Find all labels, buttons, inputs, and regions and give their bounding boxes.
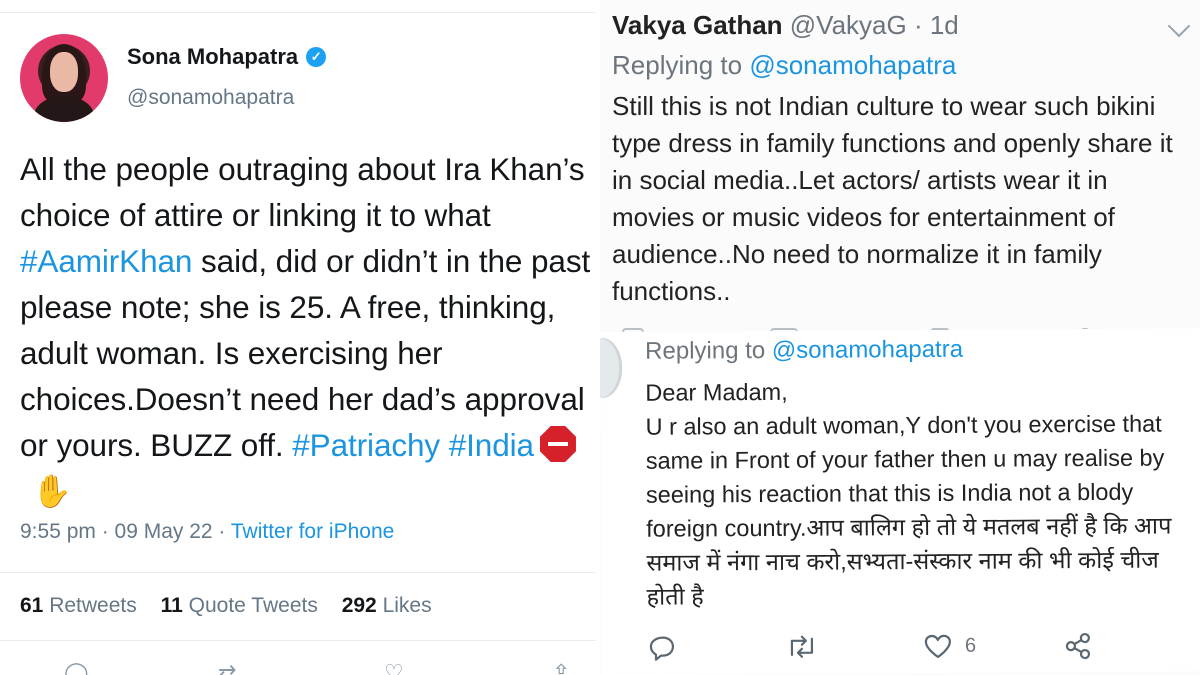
likes-label: Likes [382, 594, 432, 617]
retweet-icon[interactable] [785, 633, 819, 661]
like-count: 6 [964, 634, 977, 657]
like-button[interactable]: 6 [923, 632, 976, 660]
reply-age: · 1d [913, 10, 959, 40]
reply-icon[interactable]: ◯ [64, 662, 89, 675]
left-tweet-screenshot: Sona Mohapatra ✓ @sonamohapatra All the … [0, 0, 596, 675]
avatar-shoulders [34, 96, 94, 122]
reply-author-row: Vakya Gathan @VakyaG · 1d [612, 10, 959, 41]
reply-action-bar: 6 [647, 631, 1167, 670]
retweets-stat[interactable]: 61 Retweets [20, 594, 137, 617]
stop-sign-emoji [539, 426, 576, 462]
author-name-row[interactable]: Sona Mohapatra ✓ [127, 44, 327, 70]
author-name[interactable]: Sona Mohapatra [127, 44, 298, 70]
likes-count: 292 [341, 594, 377, 617]
like-icon [924, 634, 951, 659]
tweet-timestamp[interactable]: 9:55 pm · 09 May 22 · [20, 520, 231, 543]
retweets-count: 61 [20, 594, 44, 617]
replying-to: Replying to @sonamohapatra [612, 50, 956, 81]
reply-avatar[interactable] [600, 337, 623, 399]
tweet-meta: 9:55 pm · 09 May 22 · Twitter for iPhone [20, 520, 394, 544]
chevron-down-icon[interactable] [1167, 14, 1191, 38]
tweet-stats: 61 Retweets 11 Quote Tweets 292 Likes [20, 594, 450, 618]
reply-icon[interactable] [649, 634, 677, 662]
share-icon[interactable] [1063, 631, 1093, 661]
tweet-action-bar: ◯ ⇄ ♡ ⇪ [0, 660, 596, 675]
second-reply-card: Replying to @sonamohapatra Dear Madam, U… [600, 328, 1200, 675]
reply-body: Still this is not Indian culture to wear… [612, 91, 1173, 306]
stats-bottom-divider [0, 640, 596, 641]
replying-handle-link[interactable]: @sonamohapatra [749, 50, 956, 80]
reply-body: Dear Madam, U r also an adult woman,Y do… [645, 378, 1172, 610]
tweet-body: All the people outraging about Ira Khan’… [20, 146, 594, 514]
hashtag-link[interactable]: #India [449, 427, 534, 463]
tweet-text-segment: All the people outraging about Ira Khan’… [20, 151, 585, 233]
quotes-label: Quote Tweets [188, 594, 318, 617]
likes-stat[interactable]: 292 Likes [342, 594, 432, 617]
author-avatar[interactable] [20, 34, 108, 122]
verified-badge-icon: ✓ [306, 47, 327, 67]
replying-prefix: Replying to [612, 50, 750, 80]
retweet-icon[interactable]: ⇄ [218, 662, 236, 675]
avatar-face [50, 52, 78, 92]
reply-author-name[interactable]: Vakya Gathan [612, 10, 783, 40]
tweet-source-link[interactable]: Twitter for iPhone [231, 520, 394, 543]
hashtag-link[interactable]: #AamirKhan [20, 243, 192, 279]
stats-top-divider [0, 572, 596, 573]
reply-author-handle[interactable]: @VakyaG [790, 10, 907, 40]
replying-prefix: Replying to [645, 336, 772, 365]
top-divider [0, 12, 596, 13]
quotes-count: 11 [160, 594, 183, 617]
right-replies-screenshot: Vakya Gathan @VakyaG · 1d Replying to @s… [600, 0, 1200, 675]
hashtag-link[interactable]: #Patriachy [292, 427, 440, 463]
replying-handle-link[interactable]: @sonamohapatra [772, 336, 963, 364]
replying-to: Replying to @sonamohapatra [645, 336, 963, 366]
retweets-label: Retweets [49, 594, 137, 617]
like-icon[interactable]: ♡ [384, 662, 404, 675]
raised-hand-emoji: ✋ [32, 473, 72, 509]
quote-tweets-stat[interactable]: 11 Quote Tweets [161, 594, 318, 617]
tweet-text-segment [440, 427, 449, 463]
share-icon[interactable]: ⇪ [552, 662, 570, 675]
author-handle[interactable]: @sonamohapatra [127, 86, 294, 110]
